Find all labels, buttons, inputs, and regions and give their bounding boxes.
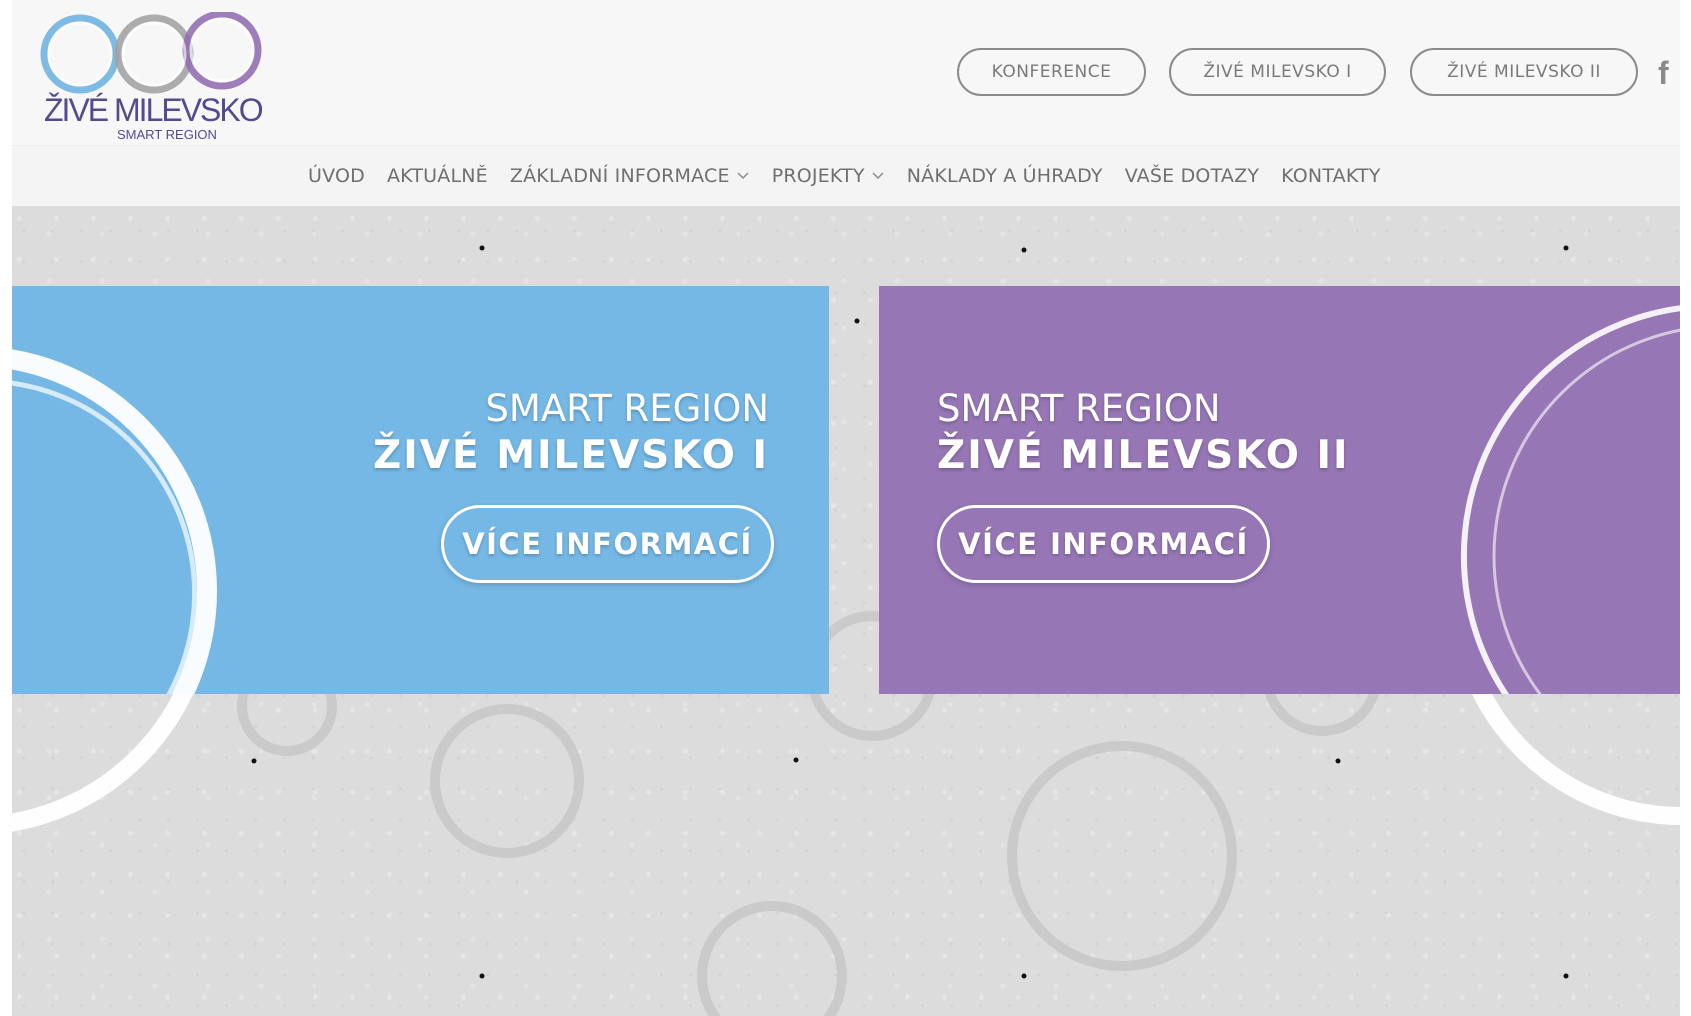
- site-logo[interactable]: ŽIVÉ MILEVSKO SMART REGION: [32, 12, 264, 141]
- logo-subtitle: SMART REGION: [117, 127, 217, 142]
- panel-title-line1: SMART REGION: [485, 387, 769, 430]
- brush-circle-decoration: [12, 349, 217, 694]
- nav-item-label: KONTAKTY: [1281, 165, 1381, 187]
- nav-item-kontakty[interactable]: KONTAKTY: [1281, 165, 1381, 187]
- nav-item-vase-dotazy[interactable]: VAŠE DOTAZY: [1125, 165, 1259, 187]
- chevron-down-icon: [872, 172, 884, 180]
- more-info-button[interactable]: VÍCE INFORMACÍ: [937, 505, 1270, 583]
- panel-title-line2: ŽIVÉ MILEVSKO I: [373, 433, 769, 479]
- logo-circles-icon: [40, 12, 262, 94]
- zive-milevsko-ii-button[interactable]: ŽIVÉ MILEVSKO II: [1410, 48, 1638, 96]
- main-nav: ÚVOD AKTUÁLNĚ ZÁKLADNÍ INFORMACE PROJEKT…: [12, 146, 1680, 206]
- more-info-button[interactable]: VÍCE INFORMACÍ: [441, 505, 774, 583]
- nav-item-label: NÁKLADY A ÚHRADY: [906, 165, 1103, 187]
- nav-item-aktualne[interactable]: AKTUÁLNĚ: [387, 165, 488, 187]
- nav-item-uvod[interactable]: ÚVOD: [308, 165, 365, 187]
- logo-title: ŽIVÉ MILEVSKO: [44, 92, 264, 128]
- nav-item-zakladni-informace[interactable]: ZÁKLADNÍ INFORMACE: [510, 165, 750, 187]
- page: ŽIVÉ MILEVSKO SMART REGION KONFERENCE ŽI…: [12, 0, 1680, 1016]
- panel-title-line1: SMART REGION: [937, 387, 1221, 430]
- hero-panel-title: SMART REGION ŽIVÉ MILEVSKO I: [373, 386, 769, 481]
- nav-item-naklady-a-uhrady[interactable]: NÁKLADY A ÚHRADY: [907, 165, 1103, 187]
- zive-milevsko-i-button[interactable]: ŽIVÉ MILEVSKO I: [1169, 48, 1386, 96]
- nav-item-projekty[interactable]: PROJEKTY: [772, 165, 885, 187]
- hero-panel-title: SMART REGION ŽIVÉ MILEVSKO II: [937, 386, 1350, 481]
- nav-item-label: VAŠE DOTAZY: [1124, 165, 1260, 187]
- site-header: ŽIVÉ MILEVSKO SMART REGION KONFERENCE ŽI…: [12, 0, 1680, 146]
- nav-list: ÚVOD AKTUÁLNĚ ZÁKLADNÍ INFORMACE PROJEKT…: [308, 146, 1381, 206]
- nav-item-label: PROJEKTY: [771, 165, 865, 187]
- nav-item-label: ÚVOD: [308, 165, 365, 187]
- chevron-down-icon: [737, 172, 749, 180]
- hero-panel-purple: SMART REGION ŽIVÉ MILEVSKO II VÍCE INFOR…: [879, 286, 1680, 694]
- facebook-icon[interactable]: f: [1658, 55, 1669, 92]
- nav-item-label: AKTUÁLNĚ: [386, 165, 488, 187]
- panel-title-line2: ŽIVÉ MILEVSKO II: [937, 433, 1350, 479]
- hero-section: SMART REGION ŽIVÉ MILEVSKO I VÍCE INFORM…: [12, 206, 1680, 1016]
- nav-item-label: ZÁKLADNÍ INFORMACE: [509, 165, 730, 187]
- brush-circle-decoration: [1461, 305, 1680, 694]
- hero-panel-blue: SMART REGION ŽIVÉ MILEVSKO I VÍCE INFORM…: [12, 286, 829, 694]
- konference-button[interactable]: KONFERENCE: [957, 48, 1146, 96]
